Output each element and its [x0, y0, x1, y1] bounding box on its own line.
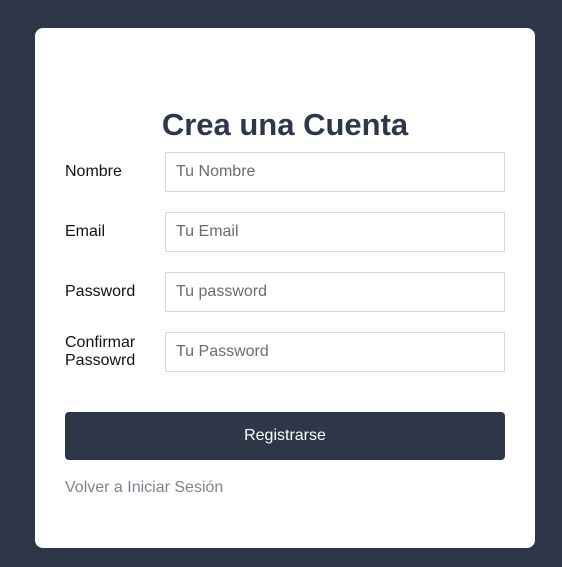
- confirm-password-label: Confirmar Passowrd: [65, 334, 136, 369]
- back-to-login-link[interactable]: Volver a Iniciar Sesión: [65, 479, 223, 497]
- confirm-password-input[interactable]: [165, 332, 505, 372]
- password-input[interactable]: [165, 272, 505, 312]
- email-label: Email: [65, 223, 106, 240]
- field-row-email: Email: [65, 212, 505, 252]
- email-input[interactable]: [165, 212, 505, 252]
- field-row-password: Password: [65, 272, 505, 312]
- field-row-confirm-password: Confirmar Passowrd: [65, 332, 505, 372]
- password-label: Password: [65, 283, 136, 300]
- register-button[interactable]: Registrarse: [65, 412, 505, 460]
- register-card: Crea una Cuenta Nombre Email Password Co…: [35, 28, 535, 548]
- nombre-label: Nombre: [65, 163, 122, 180]
- page-title: Crea una Cuenta: [161, 107, 409, 142]
- field-row-nombre: Nombre: [65, 152, 505, 192]
- nombre-input[interactable]: [165, 152, 505, 192]
